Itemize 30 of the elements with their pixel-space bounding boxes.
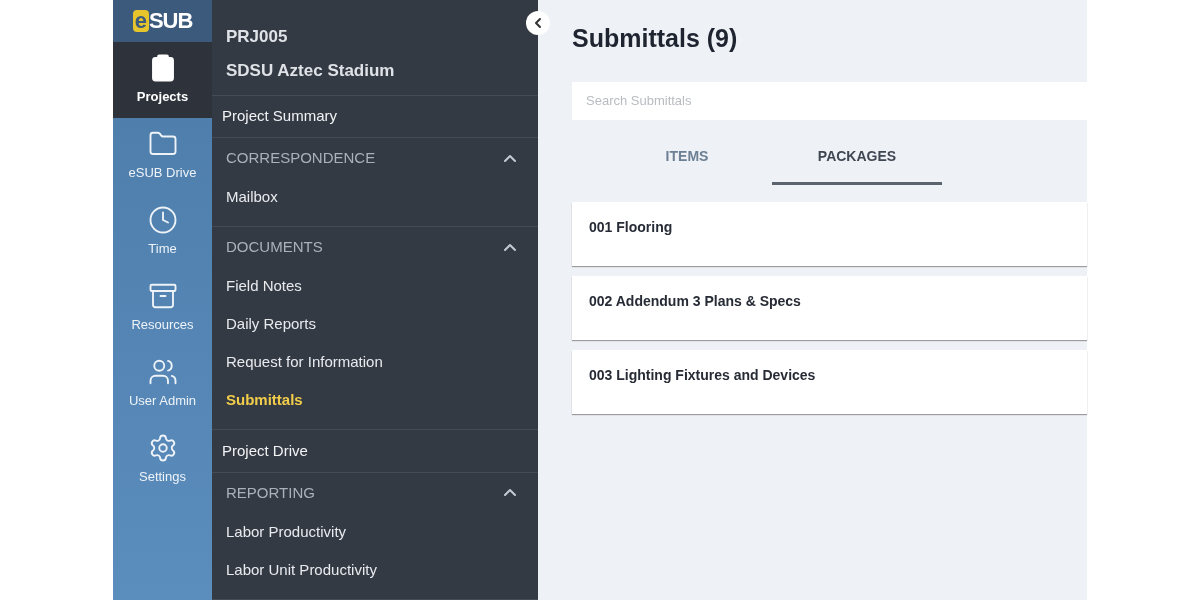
package-card[interactable]: 002 Addendum 3 Plans & Specs (572, 275, 1087, 340)
project-code: PRJ005 (226, 26, 289, 48)
nav-item[interactable]: Request for Information (212, 343, 538, 382)
logo: eSUB (132, 10, 193, 32)
rail-item[interactable]: eSUB Drive (113, 118, 212, 194)
collapse-button[interactable] (526, 11, 550, 35)
nav-item[interactable]: Submittals (212, 381, 538, 420)
section-header[interactable]: REPORTING (212, 473, 538, 513)
rail-item[interactable]: Time (113, 194, 212, 270)
search-field[interactable]: Search Submittals (572, 81, 1087, 120)
project-name: SDSU Aztec Stadium (226, 59, 396, 82)
nav-item[interactable]: Daily Reports (212, 305, 538, 344)
chevron-icon (504, 243, 516, 251)
tab[interactable]: ITEMS (602, 131, 772, 185)
nav-item[interactable]: Labor Productivity (212, 513, 538, 551)
section-header[interactable]: DOCUMENTS (212, 227, 538, 268)
package-card[interactable]: 001 Flooring (572, 201, 1087, 266)
tab[interactable]: PACKAGES (772, 131, 942, 185)
nav-item[interactable]: Labor Unit Productivity (212, 551, 538, 589)
clock-icon (147, 205, 178, 236)
rail-item[interactable]: User Admin (113, 346, 212, 422)
page-title: Submittals (9) (572, 23, 739, 54)
nav-item[interactable]: Mailbox (212, 178, 538, 217)
rail-item[interactable]: Projects (113, 42, 212, 118)
rail-item[interactable]: Resources (113, 270, 212, 346)
chevron-icon (504, 154, 516, 162)
package-card[interactable]: 003 Lighting Fixtures and Devices (572, 349, 1087, 414)
section-header[interactable]: CORRESPONDENCE (212, 138, 538, 179)
nav-item[interactable]: Field Notes (212, 267, 538, 306)
chevron-icon (504, 489, 516, 497)
